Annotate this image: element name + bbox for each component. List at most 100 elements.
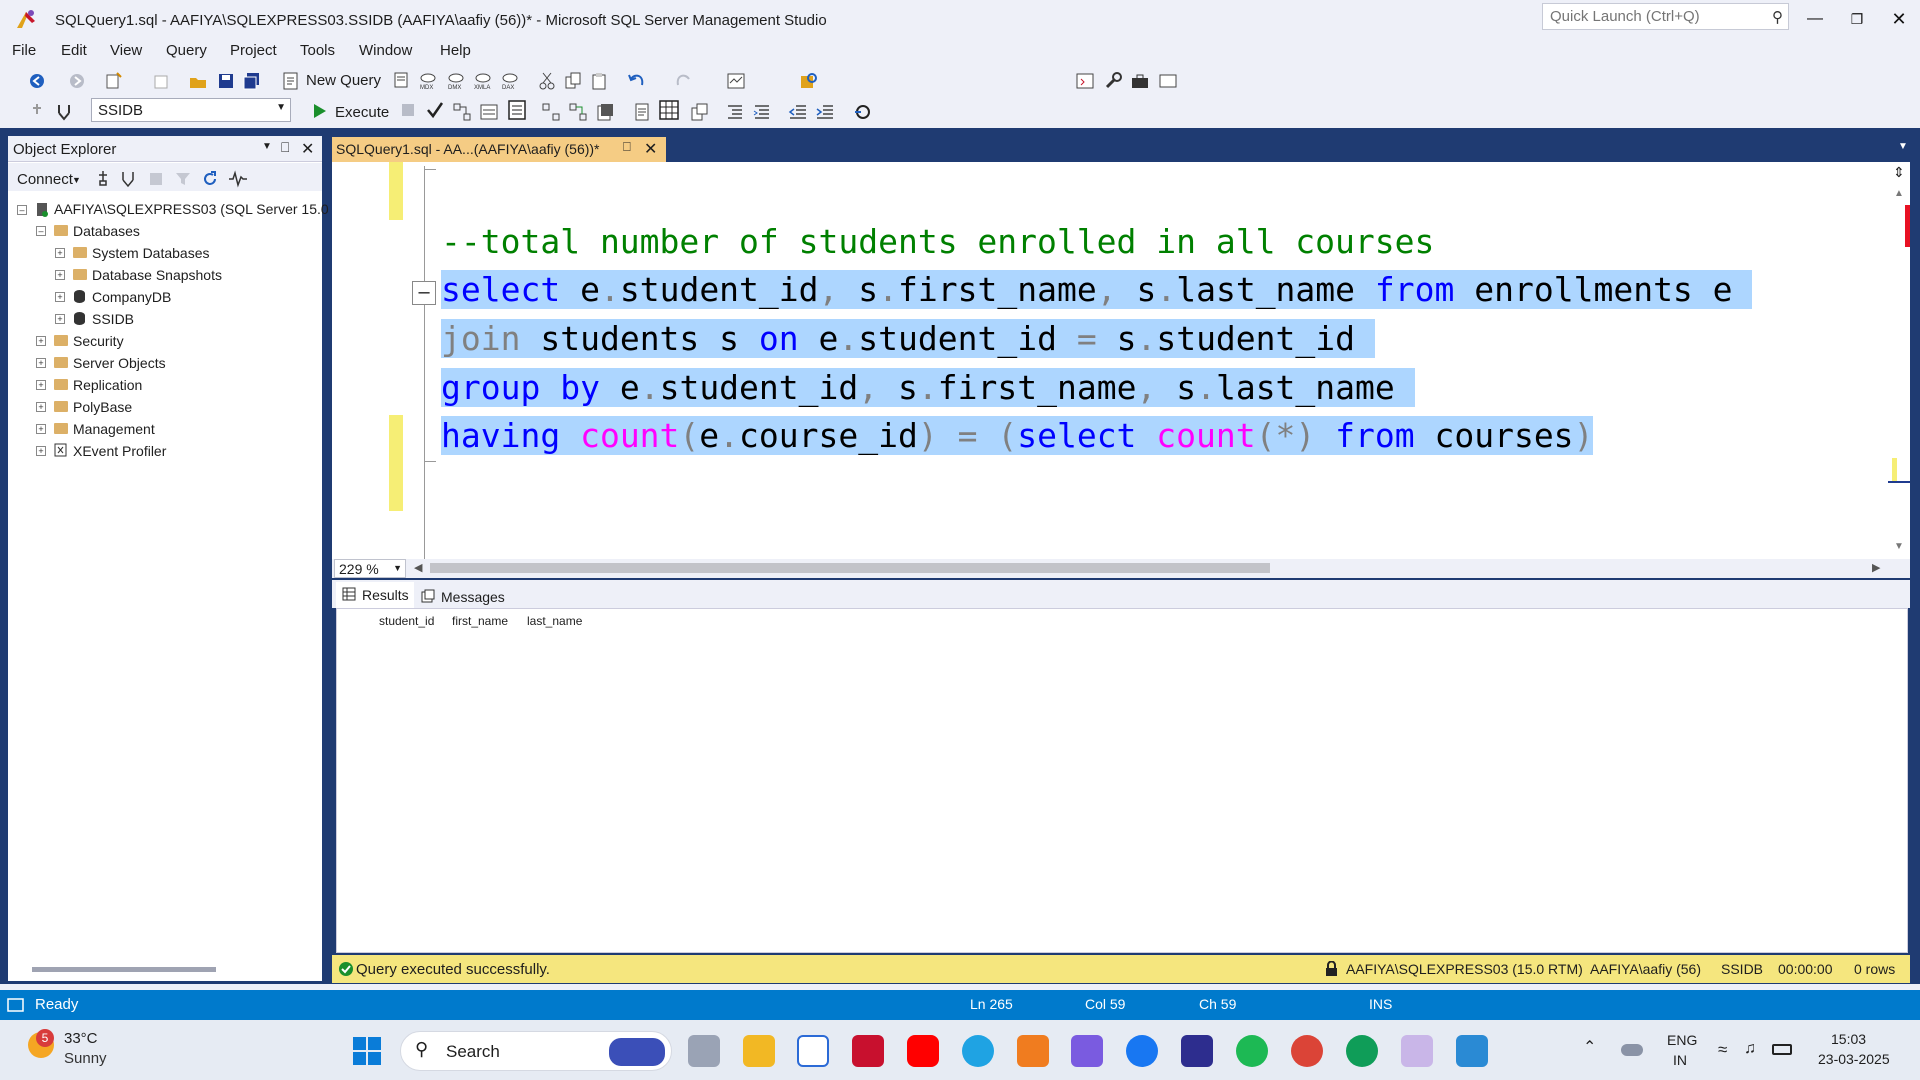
tree-security[interactable]: Security — [73, 333, 124, 349]
change-connection-icon[interactable] — [54, 102, 74, 122]
split-icon[interactable]: ⇕ — [1893, 164, 1905, 181]
volume-icon[interactable]: ♫ — [1744, 1040, 1756, 1058]
filter-icon[interactable] — [175, 171, 191, 187]
tree-server[interactable]: AAFIYA\SQLEXPRESS03 (SQL Server 15.0 — [54, 201, 329, 217]
tab-messages-label[interactable]: Messages — [441, 589, 505, 605]
windows-start-icon[interactable] — [351, 1035, 383, 1067]
expand-database-snapshots-icon[interactable]: + — [55, 270, 65, 280]
chrome-icon[interactable] — [1291, 1035, 1323, 1067]
menu-file[interactable]: File — [12, 42, 36, 59]
tree-management[interactable]: Management — [73, 421, 155, 437]
region-indicator[interactable]: IN — [1673, 1052, 1687, 1068]
cancel-query-icon[interactable] — [402, 104, 414, 116]
dax-query-icon[interactable]: DAX — [500, 71, 520, 91]
show-hidden-icons[interactable]: ⌃ — [1583, 1037, 1596, 1057]
find-in-files-icon[interactable] — [799, 71, 819, 91]
expand-companydb-icon[interactable]: + — [55, 292, 65, 302]
tree-companydb[interactable]: CompanyDB — [92, 289, 171, 305]
intellisense-icon[interactable] — [507, 100, 527, 120]
column-header[interactable]: last_name — [527, 614, 582, 628]
pin-icon[interactable]: ⎕ — [281, 139, 289, 156]
restore-icon[interactable]: ❐ — [1839, 6, 1875, 32]
expand-management-icon[interactable]: + — [36, 424, 46, 434]
tree-database-snapshots[interactable]: Database Snapshots — [92, 267, 222, 283]
specify-template-values-icon[interactable] — [853, 102, 873, 122]
results-grid[interactable] — [336, 608, 1908, 953]
parse-check-icon[interactable] — [425, 100, 445, 120]
solution-explorer-icon[interactable] — [1075, 71, 1095, 91]
battery-icon[interactable] — [1772, 1044, 1792, 1055]
results-to-grid-icon[interactable] — [659, 100, 679, 120]
cut-icon[interactable] — [537, 71, 557, 91]
menu-view[interactable]: View — [110, 42, 142, 59]
language-indicator[interactable]: ENG — [1667, 1032, 1697, 1048]
spotify-icon[interactable] — [1236, 1035, 1268, 1067]
expand-system-databases-icon[interactable]: + — [55, 248, 65, 258]
output-window-icon[interactable] — [1158, 71, 1178, 91]
client-statistics-icon[interactable] — [595, 102, 615, 122]
uncomment-lines-icon[interactable] — [752, 102, 772, 122]
forward-icon[interactable] — [67, 71, 87, 91]
ssms-taskbar-icon[interactable] — [1401, 1035, 1433, 1067]
live-query-stats-icon[interactable] — [568, 102, 588, 122]
xmla-query-icon[interactable]: XMLA — [473, 71, 493, 91]
tab-pin-icon[interactable]: ⎕ — [623, 139, 631, 155]
execute-button[interactable]: Execute — [335, 104, 389, 121]
column-header[interactable]: first_name — [452, 614, 508, 628]
collapse-region-icon[interactable]: – — [412, 281, 436, 305]
activity-pulse-icon[interactable] — [228, 170, 248, 188]
horizontal-scroll-thumb[interactable] — [430, 563, 1270, 573]
new-project-icon[interactable] — [104, 71, 124, 91]
file-explorer-icon[interactable] — [743, 1035, 775, 1067]
activity-monitor-icon[interactable] — [726, 71, 746, 91]
undo-icon[interactable] — [627, 71, 647, 91]
panel-dropdown-icon[interactable]: ▼ — [262, 141, 272, 152]
webex-icon[interactable] — [1181, 1035, 1213, 1067]
facebook-icon[interactable] — [1126, 1035, 1158, 1067]
connect-dropdown[interactable]: Connect — [17, 171, 73, 188]
tree-databases[interactable]: Databases — [73, 223, 140, 239]
wifi-icon[interactable]: ≈ — [1718, 1040, 1727, 1060]
edge-icon[interactable] — [962, 1035, 994, 1067]
scroll-left-icon[interactable]: ◀ — [414, 561, 422, 574]
output-icon[interactable] — [7, 998, 24, 1012]
results-to-file-icon[interactable] — [689, 102, 709, 122]
close-icon[interactable]: ✕ — [1881, 6, 1917, 32]
menu-help[interactable]: Help — [440, 42, 471, 59]
query-options-icon[interactable] — [479, 102, 499, 122]
scroll-up-icon[interactable]: ▲ — [1894, 188, 1904, 199]
task-view-icon[interactable] — [688, 1035, 720, 1067]
weather-condition[interactable]: Sunny — [64, 1050, 107, 1067]
tab-sqlquery1[interactable]: SQLQuery1.sql - AA...(AAFIYA\aafiy (56))… — [332, 137, 666, 162]
database-engine-query-icon[interactable] — [391, 71, 411, 91]
weather-temperature[interactable]: 33°C — [64, 1030, 98, 1047]
collapse-server-icon[interactable]: – — [17, 205, 27, 215]
tree-system-databases[interactable]: System Databases — [92, 245, 210, 261]
properties-wrench-icon[interactable] — [1103, 71, 1123, 91]
taskbar-search[interactable]: ⚲ Search — [400, 1031, 672, 1071]
menu-query[interactable]: Query — [166, 42, 207, 59]
expand-server-objects-icon[interactable]: + — [36, 358, 46, 368]
connect-plug-icon[interactable] — [95, 170, 111, 188]
tree-polybase[interactable]: PolyBase — [73, 399, 132, 415]
disconnect-icon[interactable] — [119, 170, 137, 188]
menu-tools[interactable]: Tools — [300, 42, 335, 59]
back-icon[interactable] — [27, 71, 47, 91]
new-query-button[interactable]: New Query — [306, 72, 381, 89]
new-query-icon[interactable] — [281, 71, 301, 91]
infosys-icon[interactable] — [1017, 1035, 1049, 1067]
copy-icon[interactable] — [563, 71, 583, 91]
display-estimated-plan-icon[interactable] — [452, 102, 472, 122]
scroll-down-icon[interactable]: ▼ — [1894, 541, 1904, 552]
onedrive-cloud-icon[interactable] — [1621, 1044, 1643, 1056]
object-explorer-scrollbar[interactable] — [32, 967, 216, 972]
tree-ssidb[interactable]: SSIDB — [92, 311, 134, 327]
save-all-icon[interactable] — [242, 71, 262, 91]
chevron-down-icon[interactable]: ▼ — [72, 175, 81, 185]
execute-icon[interactable] — [312, 102, 328, 120]
expand-xevent-profiler-icon[interactable]: + — [36, 446, 46, 456]
mcafee-icon[interactable] — [852, 1035, 884, 1067]
tree-xevent-profiler[interactable]: XEvent Profiler — [73, 443, 166, 459]
clock-date[interactable]: 23-03-2025 — [1818, 1051, 1890, 1067]
expand-ssidb-icon[interactable]: + — [55, 314, 65, 324]
